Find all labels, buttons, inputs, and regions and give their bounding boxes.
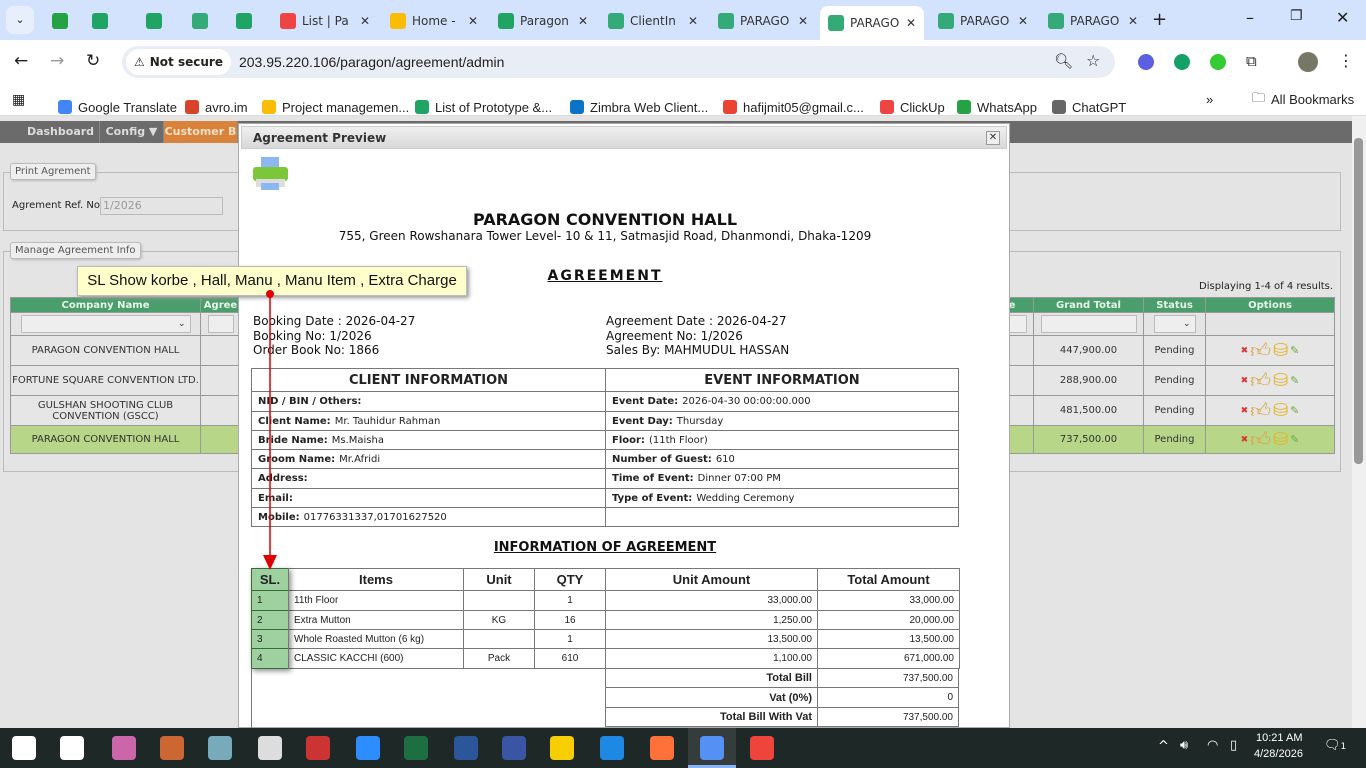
- battery-icon[interactable]: ▯: [1230, 738, 1237, 753]
- anydesk-icon[interactable]: [750, 736, 774, 760]
- firefox-icon[interactable]: [650, 736, 674, 760]
- clock-date[interactable]: 4/28/2026: [1254, 748, 1303, 760]
- app-s-icon[interactable]: [600, 736, 624, 760]
- copilot-icon[interactable]: [112, 736, 136, 760]
- windows-taskbar: ^ 🔊︎ ◠ ▯ 10:21 AM 4/28/2026 🗨︎1: [0, 728, 1366, 768]
- search-icon[interactable]: [60, 736, 84, 760]
- notification-count: 1: [1340, 742, 1347, 752]
- zoom-icon[interactable]: [356, 736, 380, 760]
- notification-button[interactable]: 🗨︎1: [1324, 738, 1346, 753]
- sticky-notes-icon[interactable]: [550, 736, 574, 760]
- word-icon[interactable]: [454, 736, 478, 760]
- app-icon[interactable]: [306, 736, 330, 760]
- arrow-origin-dot: [266, 290, 274, 298]
- tray-chevron-icon[interactable]: ^: [1158, 739, 1169, 754]
- avro-icon[interactable]: [160, 736, 184, 760]
- excel-icon[interactable]: [404, 736, 428, 760]
- app-icon[interactable]: [208, 736, 232, 760]
- whatsapp-icon[interactable]: [258, 736, 282, 760]
- volume-icon[interactable]: 🔊︎: [1180, 738, 1188, 753]
- arrow-head: [263, 555, 277, 570]
- active-app-indicator: [688, 728, 736, 768]
- annotation-arrow: [263, 290, 277, 570]
- wifi-icon[interactable]: ◠: [1207, 738, 1218, 753]
- start-windows-icon[interactable]: [12, 736, 36, 760]
- clock-time[interactable]: 10:21 AM: [1256, 732, 1302, 744]
- visio-icon[interactable]: [502, 736, 526, 760]
